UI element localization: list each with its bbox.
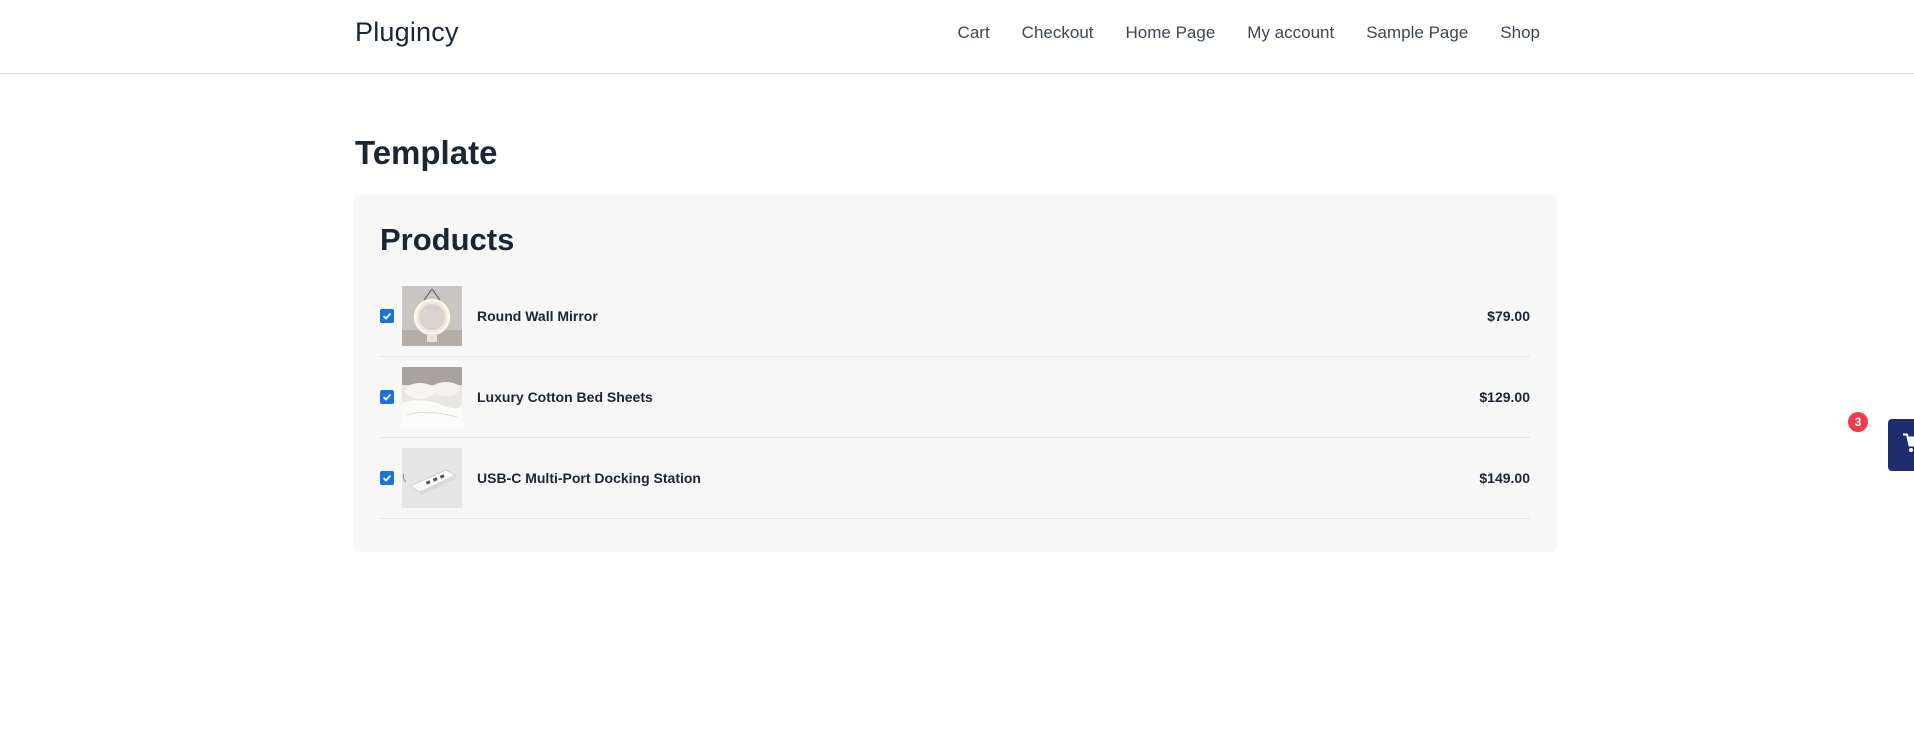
product-thumbnail-docking-station [402, 448, 462, 508]
product-row: USB-C Multi-Port Docking Station $149.00 [380, 438, 1530, 519]
product-thumbnail-mirror [402, 286, 462, 346]
product-list: Round Wall Mirror $79.00 Luxury Cotton B… [380, 276, 1530, 519]
floating-cart-button[interactable] [1888, 419, 1914, 471]
checkmark-icon [382, 474, 392, 482]
product-price: $149.00 [1479, 470, 1530, 486]
cart-count-badge: 3 [1848, 412, 1868, 432]
product-name[interactable]: Luxury Cotton Bed Sheets [477, 389, 653, 405]
nav-cart[interactable]: Cart [958, 23, 990, 43]
page-title: Template [355, 134, 498, 171]
site-title[interactable]: Plugincy [355, 17, 459, 48]
nav-sample-page[interactable]: Sample Page [1366, 23, 1468, 43]
main-nav: Cart Checkout Home Page My account Sampl… [958, 23, 1540, 43]
product-name[interactable]: USB-C Multi-Port Docking Station [477, 470, 701, 486]
product-row: Round Wall Mirror $79.00 [380, 276, 1530, 357]
nav-my-account[interactable]: My account [1247, 23, 1334, 43]
nav-checkout[interactable]: Checkout [1022, 23, 1094, 43]
product-name[interactable]: Round Wall Mirror [477, 308, 598, 324]
site-header: Plugincy Cart Checkout Home Page My acco… [0, 0, 1914, 74]
nav-shop[interactable]: Shop [1500, 23, 1540, 43]
product-price: $129.00 [1479, 389, 1530, 405]
checkmark-icon [382, 393, 392, 401]
product-thumbnail-bed-sheets [402, 367, 462, 427]
product-row: Luxury Cotton Bed Sheets $129.00 [380, 357, 1530, 438]
checkmark-icon [382, 312, 392, 320]
product-checkbox[interactable] [380, 390, 394, 404]
products-panel: Products Round Wall Mirror $79.00 Luxury… [354, 195, 1556, 550]
product-checkbox[interactable] [380, 471, 394, 485]
nav-home-page[interactable]: Home Page [1126, 23, 1216, 43]
shopping-cart-icon [1903, 433, 1914, 452]
product-checkbox[interactable] [380, 309, 394, 323]
products-heading: Products [380, 222, 515, 257]
product-price: $79.00 [1487, 308, 1530, 324]
